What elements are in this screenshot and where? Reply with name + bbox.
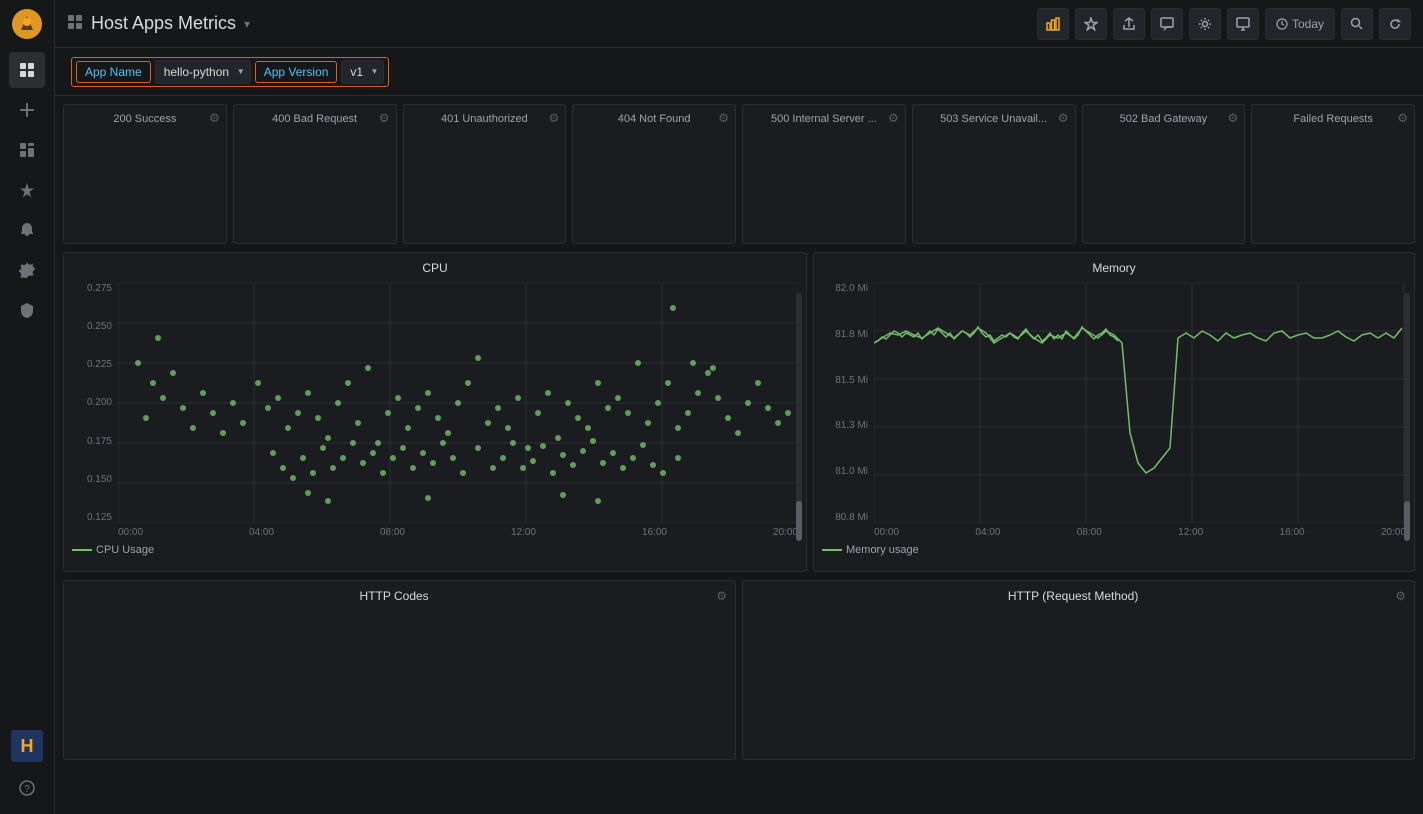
sidebar: H ? — [0, 0, 55, 814]
cpu-scrollbar-thumb[interactable] — [796, 501, 802, 541]
memory-x-axis: 00:00 04:00 08:00 12:00 16:00 20:00 — [874, 527, 1406, 538]
title-chevron[interactable]: ▾ — [244, 17, 250, 31]
sidebar-bottom: H ? — [9, 730, 45, 806]
http-method-panel: HTTP (Request Method) ⚙ — [742, 580, 1415, 760]
card-200-gear[interactable]: ⚙ — [209, 111, 220, 125]
app-name-label: App Name — [76, 61, 151, 83]
card-502-gear[interactable]: ⚙ — [1227, 111, 1238, 125]
cpu-scrollbar[interactable] — [796, 293, 802, 541]
app-version-label: App Version — [255, 61, 338, 83]
avatar[interactable]: H — [11, 730, 43, 762]
comment-button[interactable] — [1151, 8, 1183, 40]
http-method-title-wrap: HTTP (Request Method) — [751, 589, 1395, 603]
sidebar-item-grid[interactable] — [9, 52, 45, 88]
http-method-header: HTTP (Request Method) ⚙ — [751, 589, 1406, 603]
memory-chart-panel: Memory 82.0 Mi 81.8 Mi 81.5 Mi 81.3 Mi 8… — [813, 252, 1415, 572]
cpu-chart-panel: CPU 0.275 0.250 0.225 0.200 0.175 0.150 … — [63, 252, 807, 572]
refresh-button[interactable] — [1379, 8, 1411, 40]
http-method-title: HTTP (Request Method) — [1008, 589, 1139, 603]
card-404-gear[interactable]: ⚙ — [718, 111, 729, 125]
memory-legend: Memory usage — [822, 544, 1406, 556]
http-codes-title-wrap: HTTP Codes — [72, 589, 716, 603]
app-version-select-wrap: v1 — [341, 60, 384, 84]
memory-scrollbar[interactable] — [1404, 293, 1410, 541]
filter-bar: App Name hello-python App Version v1 — [55, 48, 1423, 96]
card-404: 404 Not Found ⚙ — [572, 104, 736, 244]
http-codes-panel: HTTP Codes ⚙ — [63, 580, 736, 760]
card-200-title: 200 Success — [72, 113, 218, 125]
card-503-gear[interactable]: ⚙ — [1058, 111, 1069, 125]
svg-text:?: ? — [24, 784, 30, 795]
cpu-chart-svg — [118, 283, 798, 523]
charts-row: CPU 0.275 0.250 0.225 0.200 0.175 0.150 … — [63, 252, 1415, 572]
star-button[interactable] — [1075, 8, 1107, 40]
card-502: 502 Bad Gateway ⚙ — [1082, 104, 1246, 244]
share-button[interactable] — [1113, 8, 1145, 40]
http-codes-title: HTTP Codes — [360, 589, 429, 603]
card-failed-title: Failed Requests — [1260, 113, 1406, 125]
cpu-legend-label: CPU Usage — [96, 544, 154, 556]
sidebar-item-help[interactable]: ? — [9, 770, 45, 806]
sidebar-item-settings[interactable] — [9, 252, 45, 288]
topbar: Host Apps Metrics ▾ — [55, 0, 1423, 48]
http-codes-gear[interactable]: ⚙ — [716, 589, 727, 603]
bottom-charts-row: HTTP Codes ⚙ HTTP (Request Method) ⚙ — [63, 580, 1415, 760]
app-name-select-wrap: hello-python — [155, 60, 251, 84]
card-400-gear[interactable]: ⚙ — [379, 111, 390, 125]
app-version-select[interactable]: v1 — [341, 60, 384, 84]
card-500-title: 500 Internal Server ... — [751, 113, 897, 125]
topbar-left: Host Apps Metrics ▾ — [67, 13, 250, 34]
card-404-title: 404 Not Found — [581, 113, 727, 125]
memory-y-axis: 82.0 Mi 81.8 Mi 81.5 Mi 81.3 Mi 81.0 Mi … — [822, 283, 874, 523]
search-button[interactable] — [1341, 8, 1373, 40]
card-400: 400 Bad Request ⚙ — [233, 104, 397, 244]
cpu-x-axis: 00:00 04:00 08:00 12:00 16:00 20:00 — [118, 527, 798, 538]
dashboard: 200 Success ⚙ 400 Bad Request ⚙ 401 Unau… — [55, 96, 1423, 814]
sidebar-item-add[interactable] — [9, 92, 45, 128]
topbar-grid-icon[interactable] — [67, 14, 83, 33]
memory-legend-label: Memory usage — [846, 544, 919, 556]
page-title: Host Apps Metrics — [91, 13, 236, 34]
cpu-y-axis: 0.275 0.250 0.225 0.200 0.175 0.150 0.12… — [72, 283, 118, 523]
app-name-select[interactable]: hello-python — [155, 60, 251, 84]
settings-button[interactable] — [1189, 8, 1221, 40]
memory-scrollbar-thumb[interactable] — [1404, 501, 1410, 541]
card-failed: Failed Requests ⚙ — [1251, 104, 1415, 244]
cpu-chart-title: CPU — [72, 261, 798, 275]
card-200: 200 Success ⚙ — [63, 104, 227, 244]
memory-legend-line — [822, 549, 842, 551]
card-401-gear[interactable]: ⚙ — [548, 111, 559, 125]
main-content: Host Apps Metrics ▾ — [55, 0, 1423, 814]
card-503: 503 Service Unavail... ⚙ — [912, 104, 1076, 244]
monitor-button[interactable] — [1227, 8, 1259, 40]
card-failed-gear[interactable]: ⚙ — [1397, 111, 1408, 125]
memory-chart-svg — [874, 283, 1406, 523]
http-method-gear[interactable]: ⚙ — [1395, 589, 1406, 603]
sidebar-item-dashboard[interactable] — [9, 132, 45, 168]
metric-cards-row: 200 Success ⚙ 400 Bad Request ⚙ 401 Unau… — [63, 104, 1415, 244]
card-401-title: 401 Unauthorized — [412, 113, 558, 125]
chart-button[interactable] — [1037, 8, 1069, 40]
sidebar-item-starred[interactable] — [9, 172, 45, 208]
card-503-title: 503 Service Unavail... — [921, 113, 1067, 125]
topbar-right: Today — [1037, 8, 1411, 40]
filter-group: App Name hello-python App Version v1 — [71, 57, 389, 87]
card-500: 500 Internal Server ... ⚙ — [742, 104, 906, 244]
cpu-legend-line — [72, 549, 92, 551]
today-button[interactable]: Today — [1265, 8, 1335, 40]
sidebar-item-security[interactable] — [9, 292, 45, 328]
card-401: 401 Unauthorized ⚙ — [403, 104, 567, 244]
app-logo[interactable] — [11, 8, 43, 40]
card-500-gear[interactable]: ⚙ — [888, 111, 899, 125]
card-400-title: 400 Bad Request — [242, 113, 388, 125]
http-codes-header: HTTP Codes ⚙ — [72, 589, 727, 603]
memory-chart-title: Memory — [822, 261, 1406, 275]
card-502-title: 502 Bad Gateway — [1091, 113, 1237, 125]
sidebar-item-alerts[interactable] — [9, 212, 45, 248]
cpu-legend: CPU Usage — [72, 544, 798, 556]
